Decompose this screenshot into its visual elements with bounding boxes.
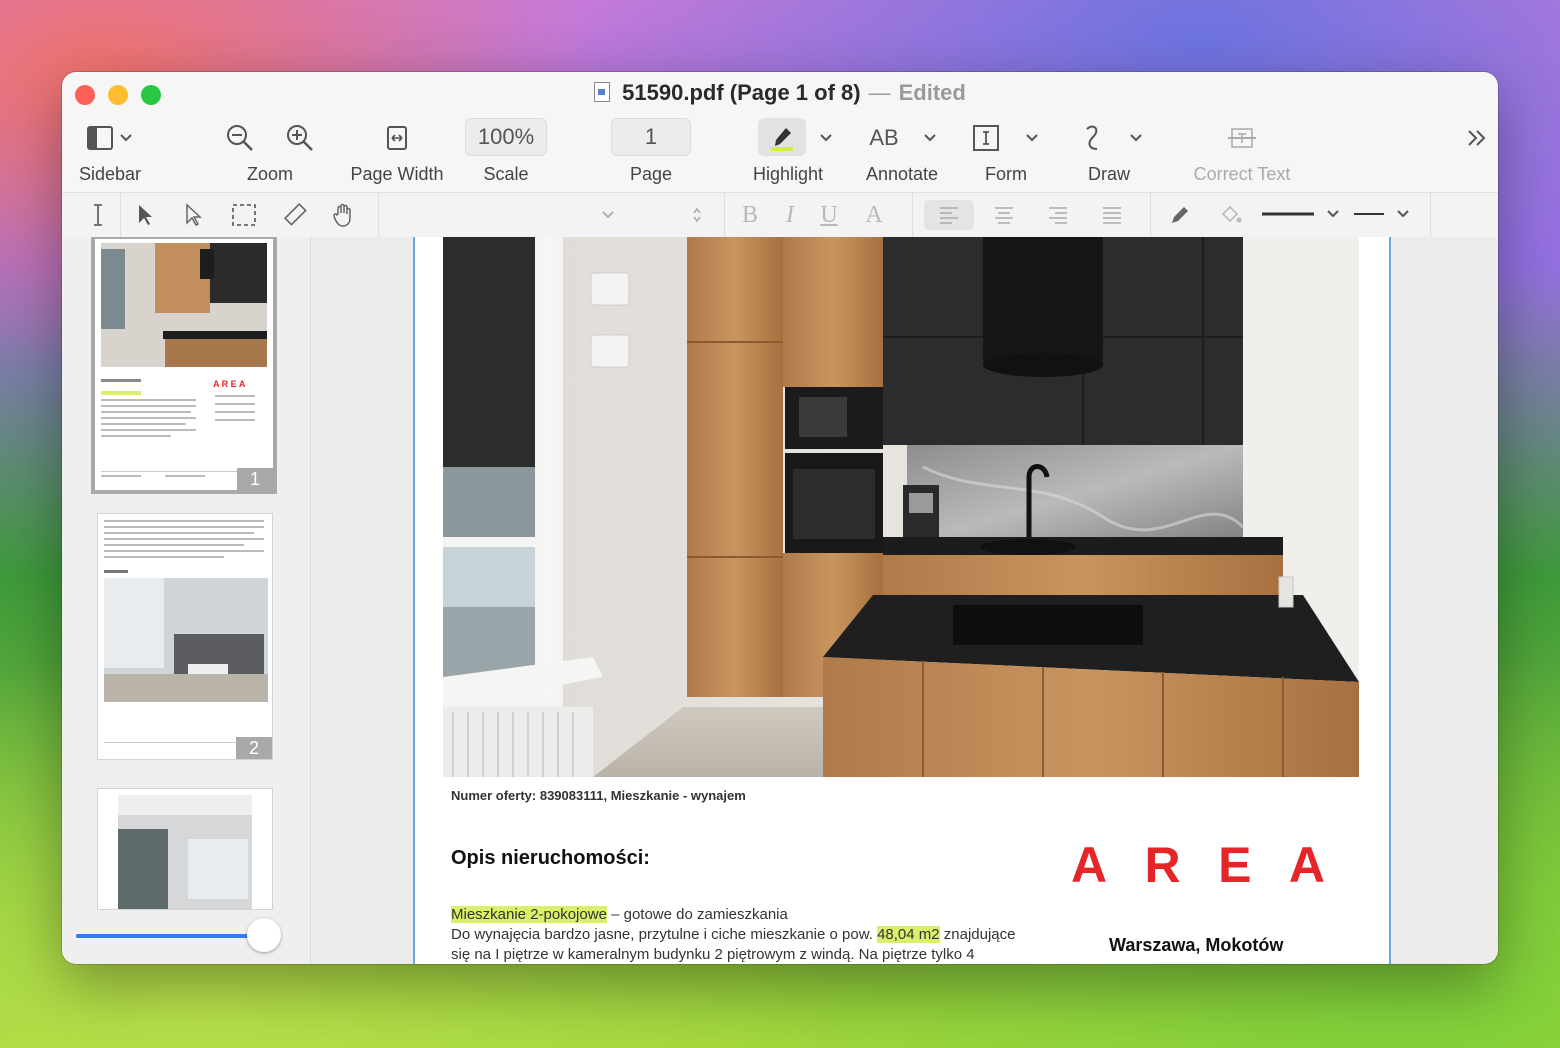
area-logo: A R E A [1071,837,1327,893]
underline-button[interactable]: U [816,201,842,229]
text-select-icon[interactable] [88,201,108,229]
highlight-label: Highlight [752,164,824,184]
logo-letter: A [1288,837,1327,893]
page-label: Page [629,164,673,184]
pdf-document-icon [594,82,611,102]
form-label: Form [985,164,1027,184]
italic-button[interactable]: I [778,201,802,229]
line-style-icon[interactable] [1352,201,1416,229]
property-description-heading: Opis nieruchomości: [451,847,650,869]
title-bar: 51590.pdf (Page 1 of 8) — Edited [62,72,1498,116]
property-description-text: Mieszkanie 2-pokojowe – gotowe do zamies… [451,905,1051,964]
title-separator: — [868,80,891,105]
thumbnail-size-slider-knob[interactable] [247,918,281,952]
description-line-2: Do wynajęcia bardzo jasne, przytulne i c… [451,926,1016,943]
toolbar-overflow-button[interactable] [1462,116,1492,192]
align-center-icon[interactable] [992,201,1016,229]
thumbnail-sidebar: A R E A 1 2 [62,237,311,964]
sidebar-icon [85,122,135,154]
scale-field[interactable]: 100% [465,118,547,156]
page-width-icon [386,122,408,154]
font-color-button[interactable]: A [862,201,886,229]
page-thumbnail-2[interactable]: 2 [98,514,272,759]
hand-tool-icon[interactable] [330,201,358,229]
description-line-3: się na I piętrze w kameralnym budynku 2 … [451,946,975,963]
main-toolbar: Sidebar Zoom Page Width 100% Scale 1 Pag… [62,116,1498,192]
arrow-pointer-icon[interactable] [134,201,156,229]
thumbnail-page-number: 2 [236,737,272,759]
page-width-label: Page Width [350,164,444,184]
svg-text:A R E A: A R E A [213,379,246,389]
font-menu-chevron-icon[interactable] [598,201,618,229]
page-2-preview [98,514,272,759]
page-number-field[interactable]: 1 [611,118,691,156]
pencil-stroke-color-icon[interactable] [1168,201,1192,229]
highlighted-apartment-type: Mieszkanie 2-pokojowe [451,906,607,923]
page-thumbnail-1[interactable]: A R E A 1 [91,237,277,494]
font-size-stepper-icon[interactable] [688,201,706,229]
line-width-icon[interactable] [1260,201,1344,229]
highlight-button[interactable]: Highlight [752,116,852,192]
correct-text-button[interactable]: Correct Text [1180,116,1304,192]
draw-button[interactable]: Draw [1068,116,1158,192]
bold-button[interactable]: B [738,201,762,229]
thumbnail-page-number: 1 [237,468,273,490]
highlight-menu-chevron-icon[interactable] [819,122,833,154]
zoom-control: Zoom [222,116,318,192]
zoom-label: Zoom [246,164,293,184]
draw-label: Draw [1087,164,1130,184]
edited-status: Edited [898,80,966,105]
annotate-button[interactable]: AB Annotate [858,116,948,192]
thumbnail-size-slider-track[interactable] [76,934,264,938]
scale-control: 100% Scale [464,116,548,192]
page-3-preview [98,789,272,909]
logo-letter: A [1071,837,1110,893]
form-field-icon [972,122,1000,154]
zoom-in-icon[interactable] [285,122,315,154]
correct-text-label: Correct Text [1193,164,1291,184]
offer-number-caption: Numer oferty: 839083111, Mieszkanie - wy… [451,788,746,803]
document-canvas: Numer oferty: 839083111, Mieszkanie - wy… [311,237,1498,964]
property-location: Warszawa, Mokotów [1109,935,1284,955]
format-toolbar: B I U A [62,192,1498,238]
highlighted-area: 48,04 m2 [877,926,940,943]
annotate-label: Annotate [865,164,939,184]
form-button[interactable]: Form [964,116,1054,192]
object-select-icon[interactable] [182,201,204,229]
page-width-button[interactable]: Page Width [344,116,450,192]
logo-letter: E [1218,837,1254,893]
file-name: 51590.pdf (Page 1 of 8) [622,80,861,105]
align-left-icon[interactable] [924,200,974,230]
draw-icon [1079,122,1105,154]
preview-window: 51590.pdf (Page 1 of 8) — Edited Sidebar Z… [62,72,1498,964]
scale-label: Scale [483,164,529,184]
logo-letter: R [1144,837,1183,893]
highlighter-icon [758,118,806,156]
align-right-icon[interactable] [1046,201,1070,229]
rectangle-select-icon[interactable] [230,201,258,229]
fill-color-icon[interactable] [1218,201,1244,229]
page-control: 1 Page [608,116,694,192]
justify-icon[interactable] [1100,201,1124,229]
annotate-icon: AB [869,125,899,150]
window-title: 51590.pdf (Page 1 of 8) — Edited [62,80,1498,106]
form-menu-chevron-icon[interactable] [1025,122,1039,154]
kitchen-photo [443,237,1359,777]
draw-menu-chevron-icon[interactable] [1129,122,1143,154]
pdf-page: Numer oferty: 839083111, Mieszkanie - wy… [413,237,1391,964]
sidebar-label: Sidebar [78,164,142,184]
measure-ruler-icon[interactable] [280,201,308,229]
annotate-menu-chevron-icon[interactable] [923,122,937,154]
double-chevron-right-icon [1466,122,1488,154]
zoom-out-icon[interactable] [225,122,255,154]
page-1-preview: A R E A [95,239,273,490]
sidebar-toggle-button[interactable]: Sidebar [72,116,148,192]
correct-text-icon [1226,122,1258,154]
description-line-1: Mieszkanie 2-pokojowe – gotowe do zamies… [451,906,788,923]
page-thumbnail-3[interactable] [98,789,272,909]
